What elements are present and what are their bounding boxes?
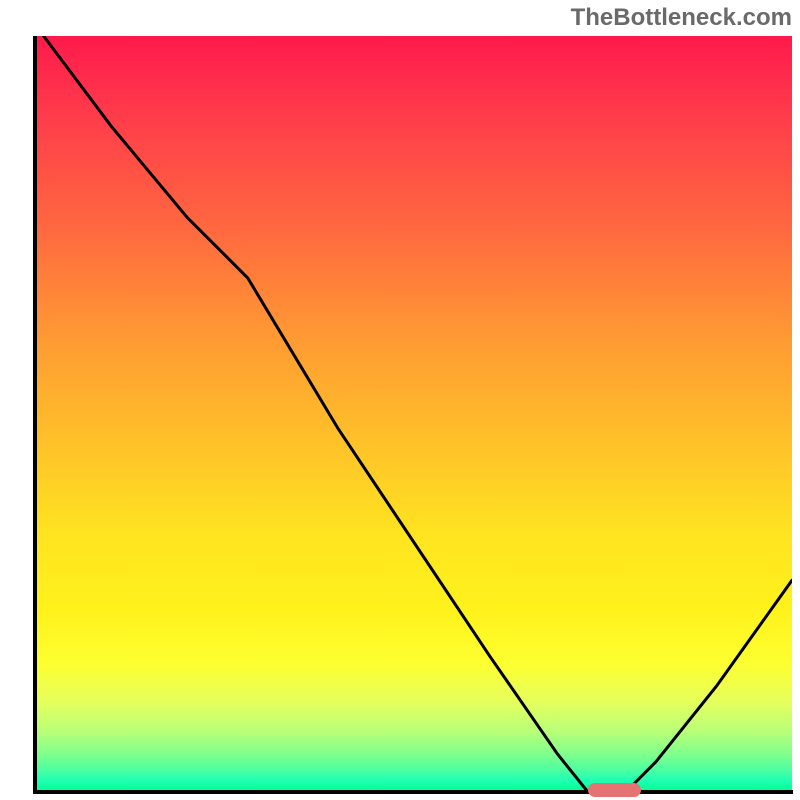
- chart-container: TheBottleneck.com: [0, 0, 800, 800]
- chart-curve: [36, 36, 792, 792]
- optimal-marker: [588, 783, 641, 797]
- watermark-text: TheBottleneck.com: [571, 4, 792, 32]
